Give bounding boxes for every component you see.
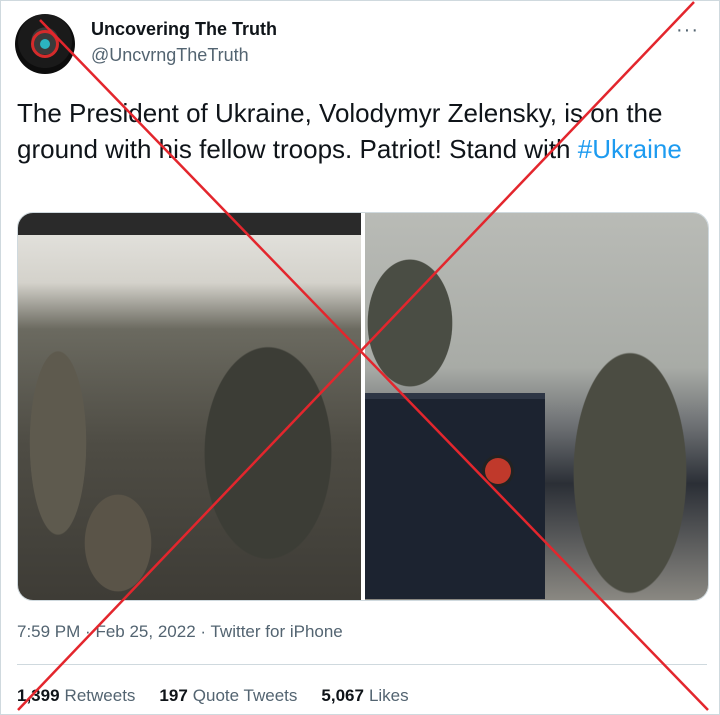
retweets-stat[interactable]: 1,399 Retweets	[17, 686, 135, 706]
tweet-source[interactable]: Twitter for iPhone	[210, 622, 342, 641]
display-name[interactable]: Uncovering The Truth	[91, 19, 277, 40]
tweet-meta: 7:59 PM · Feb 25, 2022 · Twitter for iPh…	[17, 622, 343, 642]
quotes-count: 197	[159, 686, 188, 705]
tweet-text: The President of Ukraine, Volodymyr Zele…	[17, 95, 697, 167]
meta-separator: ·	[85, 622, 91, 641]
photo-top-band	[18, 213, 361, 235]
tweet-body: The President of Ukraine, Volodymyr Zele…	[17, 98, 663, 164]
user-handle[interactable]: @UncvrngTheTruth	[91, 45, 249, 66]
avatar-emblem-icon	[31, 30, 59, 58]
likes-label: Likes	[368, 686, 409, 705]
divider	[17, 664, 707, 665]
quotes-label: Quote Tweets	[192, 686, 298, 705]
tweet-date[interactable]: Feb 25, 2022	[95, 622, 195, 641]
avatar[interactable]	[15, 14, 75, 74]
photo-right[interactable]	[365, 213, 708, 600]
quote-tweets-stat[interactable]: 197 Quote Tweets	[159, 686, 297, 706]
more-dots-icon[interactable]: ···	[676, 19, 699, 42]
likes-stat[interactable]: 5,067 Likes	[321, 686, 408, 706]
retweets-count: 1,399	[17, 686, 60, 705]
photo-left[interactable]	[18, 213, 361, 600]
hashtag-link[interactable]: #Ukraine	[578, 134, 682, 164]
tweet-media	[17, 212, 709, 601]
tweet-time[interactable]: 7:59 PM	[17, 622, 80, 641]
meta-separator-2: ·	[200, 622, 207, 641]
retweets-label: Retweets	[64, 686, 136, 705]
vehicle-shape	[365, 393, 545, 599]
tweet-stats: 1,399 Retweets 197 Quote Tweets 5,067 Likes	[17, 686, 409, 706]
likes-count: 5,067	[321, 686, 364, 705]
vehicle-light	[485, 458, 511, 484]
tweet-card: Uncovering The Truth @UncvrngTheTruth ··…	[0, 0, 720, 715]
